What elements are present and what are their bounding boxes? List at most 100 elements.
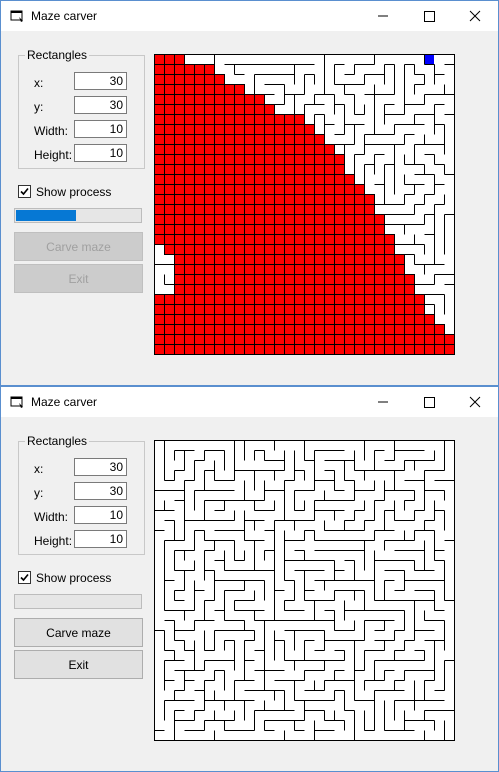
visited-cell [194,174,204,184]
visited-cell [164,134,174,144]
carve-maze-button[interactable]: Carve maze [14,232,143,261]
visited-cell [154,224,164,234]
visited-cell [154,344,164,354]
visited-cell [234,244,244,254]
visited-cell [344,314,354,324]
y-field[interactable] [74,482,127,500]
carve-maze-button[interactable]: Carve maze [14,618,143,647]
app-icon [10,396,23,408]
visited-cell [244,244,254,254]
visited-cell [254,224,264,234]
visited-cell [254,114,264,124]
visited-cell [354,244,364,254]
visited-cell [414,314,424,324]
visited-cell [304,264,314,274]
visited-cell [184,94,194,104]
visited-cell [154,164,164,174]
exit-button[interactable]: Exit [14,650,143,679]
visited-cell [264,134,274,144]
app-icon [10,10,23,22]
visited-cell [224,284,234,294]
visited-cell [154,294,164,304]
visited-cell [344,174,354,184]
visited-cell [254,314,264,324]
visited-cell [184,234,194,244]
minimize-icon[interactable] [360,387,406,417]
visited-cell [294,244,304,254]
visited-cell [224,114,234,124]
visited-cell [224,104,234,114]
show-process-checkbox[interactable] [18,571,31,584]
x-field[interactable] [74,458,127,476]
maximize-icon[interactable] [406,1,452,31]
visited-cell [194,114,204,124]
visited-cell [424,324,434,334]
visited-cell [274,234,284,244]
title-bar[interactable]: Maze carver [1,1,498,31]
height-field[interactable] [74,144,127,162]
visited-cell [284,124,294,134]
minimize-icon[interactable] [360,1,406,31]
visited-cell [344,264,354,274]
visited-cell [184,304,194,314]
visited-cell [194,134,204,144]
maze-canvas [154,440,455,741]
visited-cell [234,194,244,204]
exit-button[interactable]: Exit [14,264,143,293]
visited-cell [354,204,364,214]
visited-cell [194,334,204,344]
visited-cell [174,324,184,334]
visited-cell [304,184,314,194]
visited-cell [274,264,284,274]
width-field[interactable] [74,506,127,524]
visited-cell [304,234,314,244]
visited-cell [324,244,334,254]
visited-cell [324,314,334,324]
y-field[interactable] [74,96,127,114]
visited-cell [294,214,304,224]
visited-cell [164,234,174,244]
visited-cell [294,144,304,154]
visited-cell [174,284,184,294]
visited-cell [294,134,304,144]
visited-cell [284,274,294,284]
visited-cell [384,274,394,284]
visited-cell [194,214,204,224]
visited-cell [244,124,254,134]
visited-cell [194,184,204,194]
visited-cell [284,164,294,174]
visited-cell [204,124,214,134]
visited-cell [174,134,184,144]
visited-cell [334,314,344,324]
visited-cell [394,314,404,324]
visited-cell [344,234,354,244]
visited-cell [324,144,334,154]
show-process-checkbox[interactable] [18,185,31,198]
visited-cell [244,134,254,144]
width-field[interactable] [74,120,127,138]
visited-cell [364,314,374,324]
visited-cell [154,54,164,64]
visited-cell [224,144,234,154]
close-icon[interactable] [452,1,498,31]
visited-cell [174,224,184,234]
visited-cell [174,254,184,264]
visited-cell [194,274,204,284]
maximize-icon[interactable] [406,387,452,417]
visited-cell [294,344,304,354]
visited-cell [244,164,254,174]
visited-cell [204,334,214,344]
visited-cell [414,324,424,334]
visited-cell [174,184,184,194]
visited-cell [164,164,174,174]
visited-cell [174,164,184,174]
title-bar[interactable]: Maze carver [1,387,498,417]
height-field[interactable] [74,530,127,548]
visited-cell [374,244,384,254]
visited-cell [314,324,324,334]
visited-cell [314,274,324,284]
visited-cell [174,94,184,104]
close-icon[interactable] [452,387,498,417]
x-label: x: [34,76,44,90]
x-field[interactable] [74,72,127,90]
